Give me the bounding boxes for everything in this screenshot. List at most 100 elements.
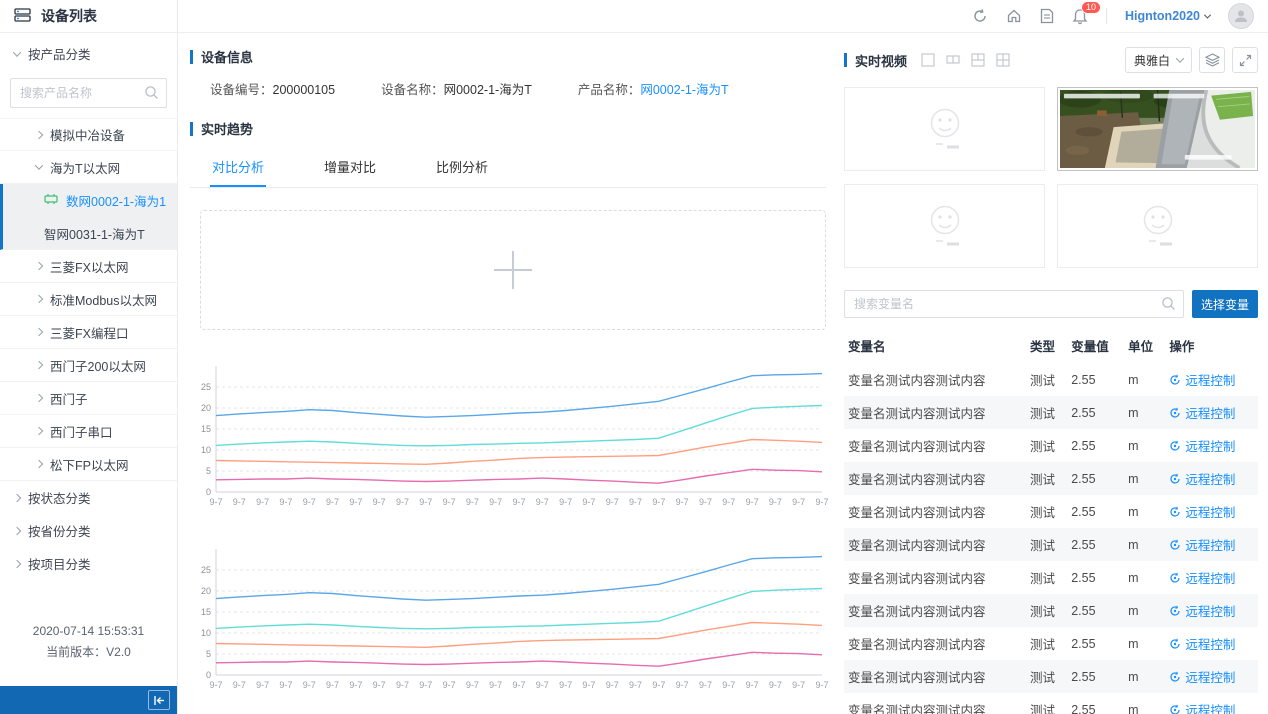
product-tree: 按产品分类模拟中冶设备海为T以太网数网0002-1-海为1 智网0031-1-海为…: [0, 33, 177, 580]
table-row: 变量名测试内容测试内容测试2.55m远程控制: [844, 396, 1258, 429]
remote-control-link[interactable]: 远程控制: [1169, 601, 1235, 620]
remote-control-icon: [1169, 506, 1181, 518]
remote-control-icon: [1169, 473, 1181, 485]
chevron-right-icon: [13, 526, 21, 534]
remote-control-link[interactable]: 远程控制: [1169, 436, 1235, 455]
refresh-icon[interactable]: [972, 8, 988, 24]
layout-four-icon[interactable]: [996, 53, 1010, 67]
variable-search-input[interactable]: [844, 290, 1184, 318]
chevron-down-icon: [13, 48, 21, 56]
avatar[interactable]: [1228, 3, 1254, 29]
tree-item-海为T以太网[interactable]: 海为T以太网: [0, 151, 177, 184]
tree-item-label: 三菱FX编程口: [50, 323, 128, 342]
app-title: 设备列表: [41, 6, 97, 26]
select-variable-button[interactable]: 选择变量: [1192, 290, 1258, 318]
tree-item-西门子串口[interactable]: 西门子串口: [0, 415, 177, 448]
svg-text:0: 0: [206, 670, 211, 680]
table-row: 变量名测试内容测试内容测试2.55m远程控制: [844, 561, 1258, 594]
tab-增量对比[interactable]: 增量对比: [322, 148, 378, 187]
svg-text:9-7: 9-7: [419, 497, 432, 507]
tab-比例分析[interactable]: 比例分析: [434, 148, 490, 187]
device-info-fields: 设备编号：200000105设备名称：网0002-1-海为T产品名称：网0002…: [210, 79, 826, 98]
cell-value: 2.55: [1067, 462, 1124, 495]
cell-name: 变量名测试内容测试内容: [844, 528, 1026, 561]
remote-control-link[interactable]: 远程控制: [1169, 535, 1235, 554]
remote-control-icon: [1169, 704, 1181, 714]
tree-item-西门子200以太网[interactable]: 西门子200以太网: [0, 349, 177, 382]
cell-type: 测试: [1026, 627, 1067, 660]
svg-text:9-7: 9-7: [769, 497, 782, 507]
cell-name: 变量名测试内容测试内容: [844, 495, 1026, 528]
top-header: 10 Hignton2020: [178, 0, 1268, 33]
svg-text:9-7: 9-7: [489, 680, 502, 690]
remote-control-label: 远程控制: [1185, 502, 1235, 521]
cell-unit: m: [1124, 627, 1165, 660]
remote-control-link[interactable]: 远程控制: [1169, 370, 1235, 389]
add-chart-dropzone[interactable]: [200, 210, 826, 330]
remote-control-link[interactable]: 远程控制: [1169, 403, 1235, 422]
home-icon[interactable]: [1006, 8, 1022, 24]
remote-control-link[interactable]: 远程控制: [1169, 700, 1235, 714]
tree-item-按省份分类[interactable]: 按省份分类: [0, 514, 177, 547]
fullscreen-button[interactable]: [1232, 47, 1258, 73]
sidebar-collapse-bar[interactable]: [0, 686, 177, 714]
remote-control-icon: [1169, 374, 1181, 386]
tree-item-label: 数网0002-1-海为1: [66, 191, 166, 210]
svg-text:9-7: 9-7: [512, 497, 525, 507]
remote-control-link[interactable]: 远程控制: [1169, 469, 1235, 488]
svg-text:9-7: 9-7: [792, 680, 805, 690]
svg-text:0: 0: [206, 487, 211, 497]
tree-item-西门子[interactable]: 西门子: [0, 382, 177, 415]
remote-control-link[interactable]: 远程控制: [1169, 502, 1235, 521]
svg-text:9-7: 9-7: [536, 497, 549, 507]
no-video-sad-face-icon: [917, 107, 973, 151]
remote-control-label: 远程控制: [1185, 667, 1235, 686]
table-row: 变量名测试内容测试内容测试2.55m远程控制: [844, 594, 1258, 627]
tree-item-按产品分类[interactable]: 按产品分类: [0, 37, 177, 70]
tree-item-智网0031-1-海为T[interactable]: 智网0031-1-海为T: [0, 217, 177, 250]
cell-type: 测试: [1026, 660, 1067, 693]
video-tile-live[interactable]: [1057, 87, 1258, 171]
cell-value: 2.55: [1067, 627, 1124, 660]
layout-single-icon[interactable]: [921, 53, 935, 67]
notification-bell-icon[interactable]: 10: [1072, 8, 1088, 25]
tree-item-label: 西门子200以太网: [50, 356, 146, 375]
remote-control-icon: [1169, 605, 1181, 617]
tree-item-按项目分类[interactable]: 按项目分类: [0, 547, 177, 580]
layers-button[interactable]: [1199, 47, 1225, 73]
remote-control-icon: [1169, 671, 1181, 683]
video-tile-empty[interactable]: [1057, 184, 1258, 268]
svg-text:9-7: 9-7: [349, 497, 362, 507]
tree-item-标准Modbus以太网[interactable]: 标准Modbus以太网: [0, 283, 177, 316]
svg-text:9-7: 9-7: [536, 680, 549, 690]
svg-text:9-7: 9-7: [512, 680, 525, 690]
tab-对比分析[interactable]: 对比分析: [210, 148, 266, 187]
collapse-sidebar-icon[interactable]: [148, 690, 170, 710]
tree-item-三菱FX以太网[interactable]: 三菱FX以太网: [0, 250, 177, 283]
layout-two-icon[interactable]: [946, 53, 960, 67]
svg-text:9-7: 9-7: [209, 680, 222, 690]
product-name-link[interactable]: 网0002-1-海为T: [640, 83, 728, 97]
svg-text:9-7: 9-7: [209, 497, 222, 507]
cell-value: 2.55: [1067, 363, 1124, 396]
svg-text:9-7: 9-7: [746, 497, 759, 507]
svg-text:9-7: 9-7: [349, 680, 362, 690]
remote-control-link[interactable]: 远程控制: [1169, 568, 1235, 587]
video-tile-empty[interactable]: [844, 87, 1045, 171]
cell-name: 变量名测试内容测试内容: [844, 594, 1026, 627]
video-and-variables-panel: 实时视频 典雅白: [844, 33, 1268, 714]
user-menu[interactable]: Hignton2020: [1125, 9, 1210, 23]
remote-control-label: 远程控制: [1185, 568, 1235, 587]
tree-item-数网0002-1-海为1[interactable]: 数网0002-1-海为1: [0, 184, 177, 217]
remote-control-link[interactable]: 远程控制: [1169, 634, 1235, 653]
remote-control-link[interactable]: 远程控制: [1169, 667, 1235, 686]
tree-item-按状态分类[interactable]: 按状态分类: [0, 481, 177, 514]
tree-item-模拟中冶设备[interactable]: 模拟中冶设备: [0, 118, 177, 151]
document-icon[interactable]: [1040, 8, 1054, 24]
theme-select[interactable]: 典雅白: [1125, 47, 1192, 73]
tree-item-三菱FX编程口[interactable]: 三菱FX编程口: [0, 316, 177, 349]
tree-item-松下FP以太网[interactable]: 松下FP以太网: [0, 448, 177, 481]
layout-three-icon[interactable]: [971, 53, 985, 67]
column-header-类型: 类型: [1026, 330, 1067, 363]
video-tile-empty[interactable]: [844, 184, 1045, 268]
